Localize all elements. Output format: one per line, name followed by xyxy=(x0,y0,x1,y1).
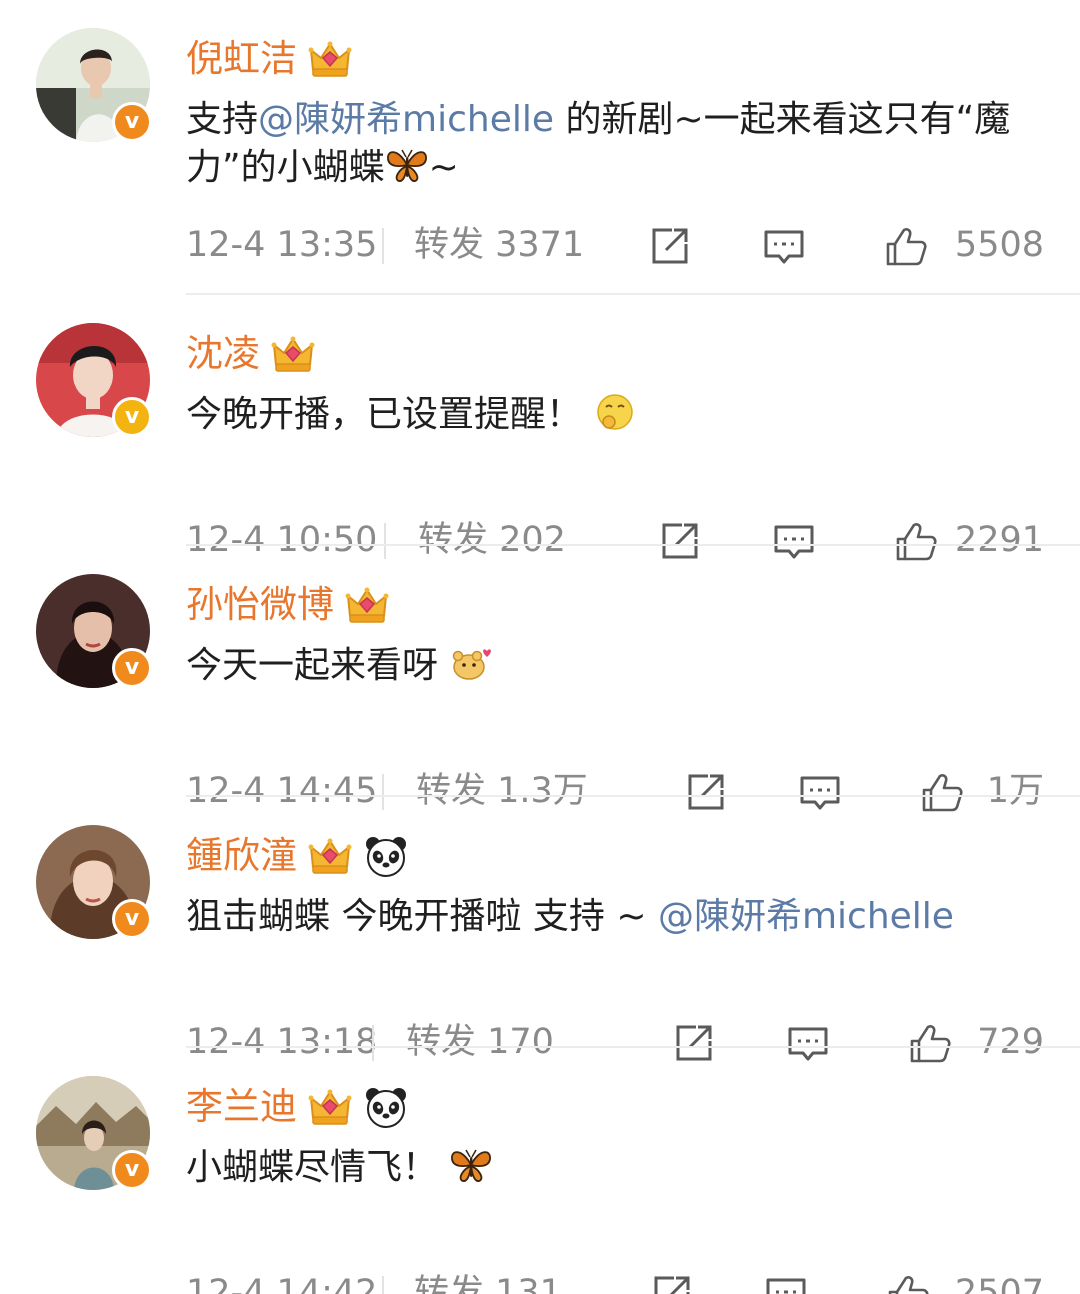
username[interactable]: 倪虹洁 xyxy=(186,34,297,84)
comment-icon[interactable] xyxy=(762,224,806,268)
panda-badge-icon xyxy=(363,1084,409,1130)
verified-badge-icon: v xyxy=(112,1150,152,1190)
comment-text: 支持@陳妍希michelle 的新剧~一起来看这只有“魔力”的小蝴蝶 ~ xyxy=(186,99,1011,188)
panda-badge-icon xyxy=(363,833,409,879)
avatar[interactable]: v xyxy=(36,825,152,939)
crown-badge-icon xyxy=(270,331,316,377)
hamster-emoji-icon xyxy=(453,649,492,680)
mention-link[interactable]: @陳妍希michelle xyxy=(658,896,954,937)
username[interactable]: 孙怡微博 xyxy=(186,580,334,630)
timestamp: 12-4 14:42 xyxy=(186,1273,378,1294)
avatar[interactable]: v xyxy=(36,574,152,688)
verified-badge-icon: v xyxy=(112,397,152,437)
verified-badge-icon: v xyxy=(112,899,152,939)
comment-meta: 12-4 13:35 转发 3371 5508 xyxy=(186,220,1044,270)
divider xyxy=(382,228,384,264)
like-count: 2507 xyxy=(954,1273,1044,1294)
divider xyxy=(382,1276,384,1294)
comment-icon[interactable] xyxy=(764,1272,808,1294)
username[interactable]: 鍾欣潼 xyxy=(186,831,297,881)
avatar[interactable]: v xyxy=(36,323,152,437)
mention-link[interactable]: @陳妍希michelle xyxy=(258,99,554,140)
comment-item: v 李兰迪 小蝴蝶尽情飞！ 12-4 14:42 转发 131 2507 xyxy=(0,1048,1080,1294)
butterfly-emoji-icon xyxy=(385,145,429,185)
verified-badge-icon: v xyxy=(112,102,152,142)
username[interactable]: 李兰迪 xyxy=(186,1082,297,1132)
username[interactable]: 沈凌 xyxy=(186,329,260,379)
share-icon[interactable] xyxy=(648,224,692,268)
comment-item: v 沈凌 今晚开播，已设置提醒！ 12-4 10:50 转发 202 2291 xyxy=(0,295,1080,546)
timestamp: 12-4 13:35 xyxy=(186,225,378,265)
comment-text: 小蝴蝶尽情飞！ xyxy=(186,1144,1052,1192)
comment-item: v 鍾欣潼 狙击蝴蝶 今晚开播啦 支持 ~ @陳妍希michelle 12-4 … xyxy=(0,797,1080,1048)
crown-badge-icon xyxy=(307,833,353,879)
thumbs-up-icon[interactable] xyxy=(886,1272,930,1294)
comment-item: v 倪虹洁 支持@陳妍希michelle 的新剧~一起来看这只有“魔力”的小蝴蝶… xyxy=(0,0,1080,251)
comment-item: v 孙怡微博 今天一起来看呀 12-4 14:45 转发 1.3万 1万 xyxy=(0,546,1080,797)
like-count: 5508 xyxy=(954,225,1044,265)
butterfly-emoji-icon xyxy=(449,1145,493,1185)
crown-badge-icon xyxy=(307,36,353,82)
thumbs-up-icon[interactable] xyxy=(884,224,928,268)
crown-badge-icon xyxy=(307,1084,353,1130)
avatar[interactable]: v xyxy=(36,28,152,142)
thinking-emoji-icon xyxy=(597,394,634,430)
comment-text: 狙击蝴蝶 今晚开播啦 支持 ~ @陳妍希michelle xyxy=(186,896,954,937)
crown-badge-icon xyxy=(344,582,390,628)
repost-count[interactable]: 转发 131 xyxy=(414,1268,562,1294)
verified-badge-icon: v xyxy=(112,648,152,688)
comment-text: 今天一起来看呀 xyxy=(186,642,1052,690)
share-icon[interactable] xyxy=(650,1272,694,1294)
comment-text: 今晚开播，已设置提醒！ xyxy=(186,391,1052,439)
avatar[interactable]: v xyxy=(36,1076,152,1190)
comment-meta: 12-4 14:42 转发 131 2507 xyxy=(186,1268,1044,1294)
repost-count[interactable]: 转发 3371 xyxy=(414,220,584,270)
